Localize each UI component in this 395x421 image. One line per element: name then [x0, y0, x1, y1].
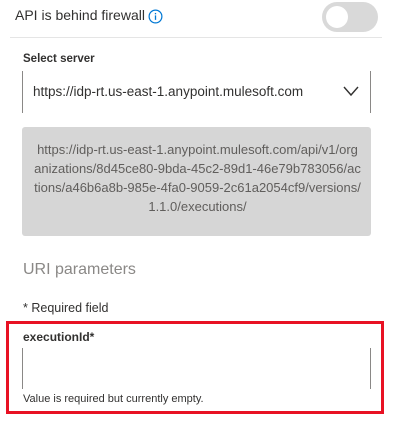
server-select-value: https://idp-rt.us-east-1.anypoint.muleso… [33, 84, 304, 99]
toggle-knob [326, 6, 348, 28]
uri-parameters-title: URI parameters [23, 261, 136, 278]
server-select[interactable]: https://idp-rt.us-east-1.anypoint.muleso… [22, 71, 371, 113]
firewall-toggle[interactable] [322, 2, 378, 32]
execution-id-error: Value is required but currently empty. [23, 393, 204, 405]
firewall-row: API is behind firewall [0, 0, 395, 36]
required-field-note: * Required field [23, 301, 109, 315]
server-label: Select server [23, 53, 95, 65]
execution-id-input[interactable] [22, 348, 371, 389]
request-url-box: https://idp-rt.us-east-1.anypoint.muleso… [22, 127, 371, 236]
chevron-down-icon [343, 86, 359, 97]
info-icon[interactable] [148, 9, 163, 24]
firewall-label: API is behind firewall [15, 7, 145, 23]
request-url-text: https://idp-rt.us-east-1.anypoint.muleso… [34, 142, 361, 214]
divider [10, 37, 382, 38]
execution-id-label: executionId* [23, 330, 95, 344]
